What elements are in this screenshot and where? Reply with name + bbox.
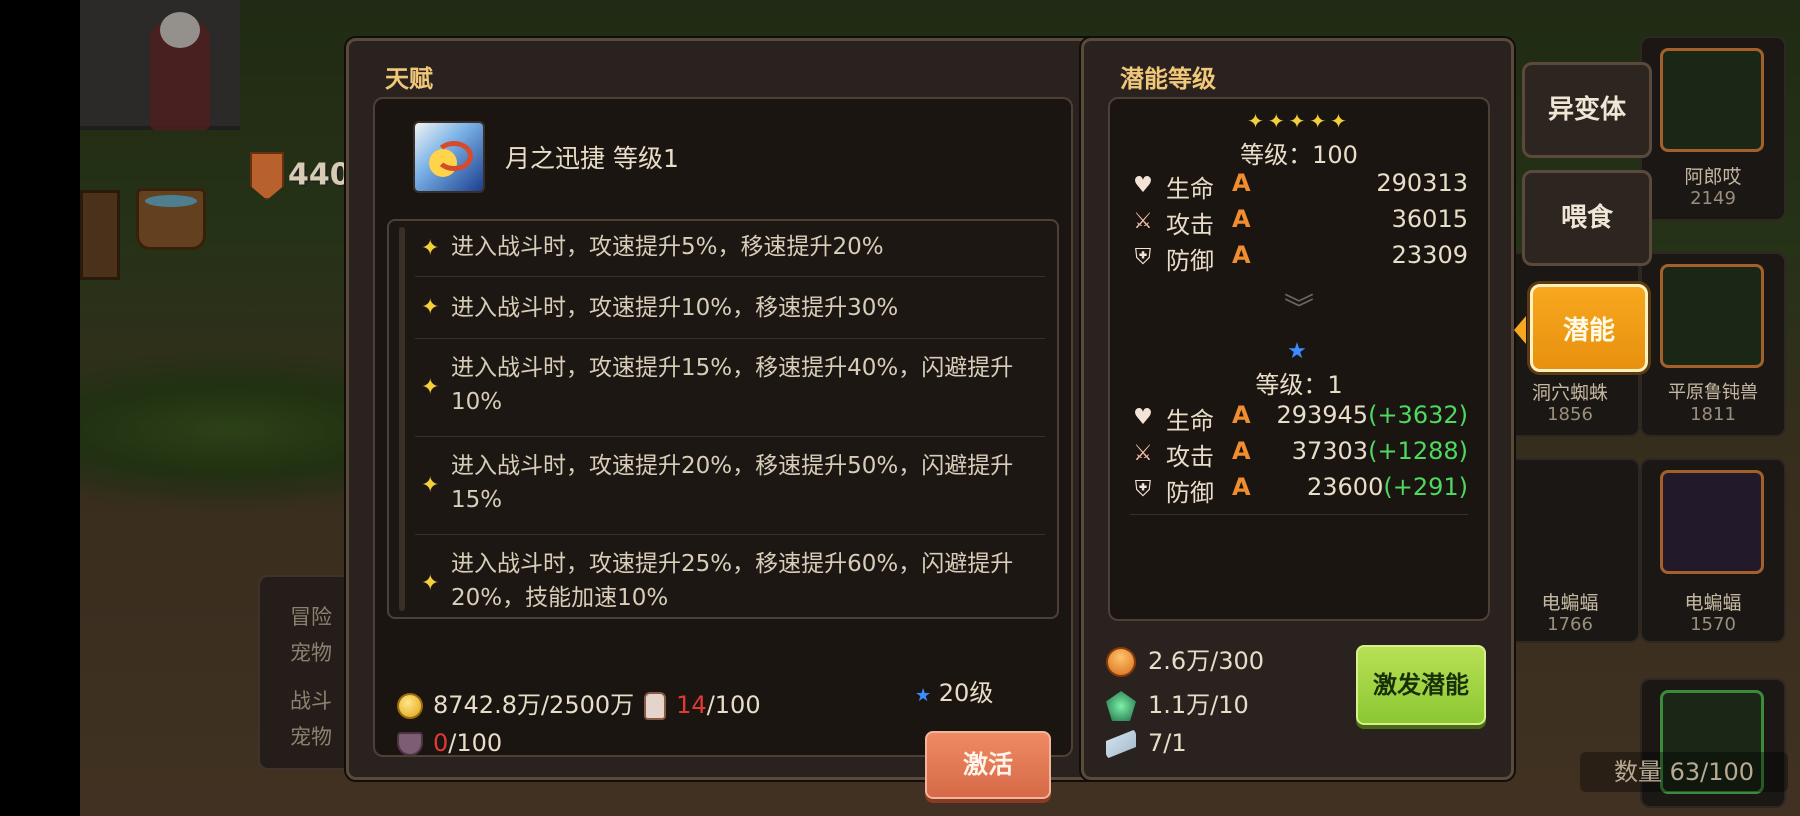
active-tab-arrow — [1514, 316, 1526, 344]
egg-icon — [1100, 641, 1142, 683]
moon-swiftness-icon — [413, 121, 485, 193]
star-icon: ✦ — [421, 571, 440, 596]
coin-cost: 8742.8万/2500万 14/100 — [397, 685, 761, 720]
game-screen: 440 冒险 宠物 战斗 宠物 阿郎哎 2149 平原鲁钝兽 1811 洞穴蜘蛛… — [0, 0, 1800, 816]
list-item: ✦ 进入战斗时，攻速提升5%，移速提升20% — [415, 221, 1045, 277]
next-level: 等级：1 — [1255, 371, 1343, 399]
star-icon: ✦ — [421, 235, 440, 261]
tab-feed[interactable]: 喂食 — [1522, 170, 1652, 266]
sword-icon: ⚔ — [1133, 441, 1153, 466]
bowl-cost: 0/100 — [397, 729, 502, 757]
ticket-resource: 7/1 — [1106, 729, 1187, 759]
left-box-line: 宠物 — [290, 725, 332, 749]
shield-icon — [250, 152, 284, 200]
egg-resource: 2.6万/300 — [1100, 641, 1264, 683]
bowl-icon — [397, 732, 423, 756]
pet-slot[interactable]: 阿郎哎 2149 — [1640, 36, 1786, 221]
list-item: ✦ 进入战斗时，攻速提升25%，移速提升60%，闪避提升20%，技能加速10% — [421, 551, 1014, 611]
chevron-down-icon: ︾ — [1284, 292, 1314, 327]
potential-title: 潜能等级 — [1120, 65, 1216, 93]
power-badge: 440 — [250, 152, 351, 200]
star-icon: ✦ — [421, 294, 440, 320]
activate-button[interactable]: 激活 — [925, 731, 1051, 799]
next-stats: ★ 等级：1 ♥ 生命 A 293945(+3632) ⚔ 攻击 A 37303… — [1130, 339, 1468, 539]
star-icon: ✦ — [421, 374, 440, 400]
potential-panel: 潜能等级 ✦✦✦✦✦ 等级：100 ♥ 生命 A 290313 ⚔ 攻击 A 3… — [1081, 38, 1514, 780]
potential-inner: ✦✦✦✦✦ 等级：100 ♥ 生命 A 290313 ⚔ 攻击 A 36015 … — [1108, 97, 1490, 621]
stat-defense: ⛨ 防御 A 23600(+291) — [1130, 473, 1468, 515]
letterbox-left — [0, 0, 80, 816]
list-item: ✦ 进入战斗时，攻速提升15%，移速提升40%，闪避提升10% — [415, 339, 1045, 437]
star-icon: ★ — [915, 685, 932, 706]
gem-resource: 1.1万/10 — [1106, 685, 1249, 721]
left-box-line: 战斗 — [290, 689, 332, 713]
shield-icon: ⛨ — [1134, 245, 1152, 270]
talent-level-list[interactable]: ✦ 进入战斗时，攻速提升5%，移速提升20% ✦ 进入战斗时，攻速提升10%，移… — [387, 219, 1059, 619]
tab-mutant[interactable]: 异变体 — [1522, 62, 1652, 158]
trigger-potential-button[interactable]: 激发潜能 — [1356, 645, 1486, 725]
current-stats: ✦✦✦✦✦ 等级：100 ♥ 生命 A 290313 ⚔ 攻击 A 36015 … — [1130, 109, 1468, 349]
skill-name: 月之迅捷 等级1 — [505, 144, 679, 173]
pet-slot[interactable]: 电蝙蝠 1570 — [1640, 458, 1786, 643]
gem-icon — [1106, 691, 1136, 721]
talent-title: 天赋 — [385, 65, 433, 93]
star-icon: ✦ — [421, 472, 440, 498]
list-item: ✦ 进入战斗时，攻速提升10%，移速提升30% — [415, 277, 1045, 339]
coin-icon — [397, 693, 423, 719]
sword-icon: ⚔ — [1133, 209, 1153, 234]
current-level: 等级：100 — [1240, 141, 1358, 169]
scrollbar[interactable] — [399, 227, 405, 611]
shield-icon: ⛨ — [1134, 477, 1152, 502]
left-info-box: 冒险 宠物 战斗 宠物 — [258, 575, 352, 770]
stat-hp: ♥ 生命 A 293945(+3632) — [1130, 401, 1468, 435]
heart-icon: ♥ — [1133, 173, 1153, 198]
ticket-icon — [1106, 729, 1136, 759]
star-rating: ✦✦✦✦✦ — [1247, 109, 1351, 133]
pet-slot[interactable]: 平原鲁钝兽 1811 — [1640, 252, 1786, 437]
talent-panel: 天赋 月之迅捷 等级1 ✦ 进入战斗时，攻速提升5%，移速提升20% ✦ 进入战… — [346, 38, 1100, 799]
required-level: ★ 20级 — [915, 679, 994, 707]
left-box-line: 冒险 — [290, 605, 332, 629]
star-icon: ★ — [1287, 339, 1311, 364]
pet-slot[interactable]: 电蝙蝠 1766 — [1500, 458, 1640, 643]
tab-potential[interactable]: 潜能 — [1530, 284, 1648, 372]
stat-defense: ⛨ 防御 A 23309 — [1130, 241, 1468, 275]
stat-attack: ⚔ 攻击 A 37303(+1288) — [1130, 437, 1468, 471]
potion-bottle-icon — [644, 692, 667, 720]
list-item: ✦ 进入战斗时，攻速提升20%，移速提升50%，闪避提升15% — [415, 437, 1045, 535]
pet-count: 数量 63/100 — [1580, 752, 1788, 792]
heart-icon: ♥ — [1133, 405, 1153, 430]
stat-attack: ⚔ 攻击 A 36015 — [1130, 205, 1468, 239]
talent-inner: 月之迅捷 等级1 ✦ 进入战斗时，攻速提升5%，移速提升20% ✦ 进入战斗时，… — [373, 97, 1073, 799]
stat-hp: ♥ 生命 A 290313 — [1130, 169, 1468, 203]
left-box-line: 宠物 — [290, 641, 332, 665]
